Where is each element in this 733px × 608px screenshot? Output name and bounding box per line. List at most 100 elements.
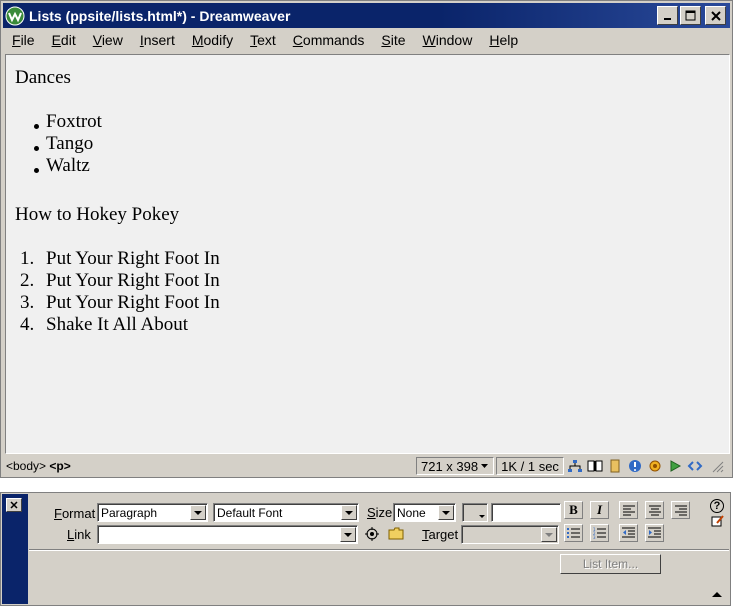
size-value: None <box>397 505 426 520</box>
list-item: Shake It All About <box>46 314 188 335</box>
link-field[interactable] <box>97 525 358 544</box>
html-styles-icon[interactable] <box>606 457 624 475</box>
align-right-button[interactable] <box>671 501 690 519</box>
list-item: Put Your Right Foot In <box>46 270 220 291</box>
ordered-list-button[interactable]: 123 <box>590 524 609 542</box>
list-item: Put Your Right Foot In <box>46 248 220 269</box>
align-left-button[interactable] <box>619 501 638 519</box>
code-inspector-icon[interactable] <box>686 457 704 475</box>
target-label: Target <box>422 527 459 542</box>
list-item: Foxtrot <box>46 111 102 132</box>
color-hex-field[interactable] <box>491 503 561 522</box>
format-select[interactable]: Paragraph <box>97 503 208 522</box>
chevron-down-icon[interactable] <box>341 505 357 520</box>
list-item: Waltz <box>46 155 90 176</box>
menu-text[interactable]: Text <box>241 32 284 48</box>
chevron-down-icon[interactable] <box>438 505 454 520</box>
window-size-label: 721 x 398 <box>421 458 479 474</box>
chevron-down-icon <box>481 464 489 468</box>
menu-edit[interactable]: Edit <box>43 32 84 48</box>
window-title: Lists (ppsite/lists.html*) - Dreamweaver <box>29 7 291 24</box>
menu-help[interactable]: Help <box>480 32 526 48</box>
maximize-icon <box>685 10 696 21</box>
inspector-titlebar[interactable] <box>2 494 28 604</box>
list-number: 2. <box>20 270 35 291</box>
align-right-icon <box>674 505 687 515</box>
target-select[interactable] <box>461 525 559 544</box>
tag-p[interactable]: <p> <box>49 459 70 473</box>
chevron-down-icon <box>479 515 485 518</box>
close-icon <box>710 10 721 21</box>
format-label: Format <box>54 506 96 521</box>
unordered-list-button[interactable] <box>564 524 583 542</box>
menu-window[interactable]: Window <box>414 32 481 48</box>
list-item-button[interactable]: List Item... <box>560 554 661 574</box>
minimize-button[interactable] <box>657 6 678 25</box>
menu-view[interactable]: View <box>84 32 131 48</box>
chevron-down-icon[interactable] <box>340 527 356 542</box>
menu-file[interactable]: File <box>3 32 43 48</box>
align-center-button[interactable] <box>645 501 664 519</box>
document-area[interactable]: Dances Foxtrot Tango Waltz How to Hokey … <box>5 54 730 454</box>
list-number: 4. <box>20 314 35 335</box>
close-icon <box>10 501 18 509</box>
maximize-button[interactable] <box>680 6 701 25</box>
dreamweaver-window: Lists (ppsite/lists.html*) - Dreamweaver… <box>0 0 733 478</box>
heading-hokey-pokey: How to Hokey Pokey <box>15 204 180 225</box>
tag-body[interactable]: <body> <box>6 459 46 473</box>
link-label: Link <box>67 527 91 542</box>
list-item: Put Your Right Foot In <box>46 292 220 313</box>
quick-tag-editor-icon[interactable] <box>711 515 725 530</box>
download-stats: 1K / 1 sec <box>496 457 564 475</box>
status-bar: <body> <p> 721 x 398 1K / 1 sec <box>3 456 730 476</box>
timelines-icon[interactable] <box>666 457 684 475</box>
browse-folder-icon[interactable] <box>388 527 404 543</box>
close-button[interactable] <box>705 6 726 25</box>
indent-button[interactable] <box>645 524 664 542</box>
help-icon[interactable]: ? <box>710 499 724 513</box>
minimize-icon <box>663 17 671 20</box>
format-value: Paragraph <box>101 505 158 520</box>
align-center-icon <box>648 505 661 515</box>
bullet-list-icon <box>567 528 580 538</box>
list-number: 1. <box>20 248 35 269</box>
menu-commands[interactable]: Commands <box>284 32 373 48</box>
numbered-list-icon: 123 <box>593 527 606 539</box>
chevron-down-icon[interactable] <box>190 505 206 520</box>
behaviors-icon[interactable] <box>626 457 644 475</box>
dreamweaver-app-icon <box>5 6 25 25</box>
bold-button[interactable]: B <box>564 501 583 519</box>
menu-bar: File Edit View Insert Modify Text Comman… <box>3 29 730 51</box>
list-number: 3. <box>20 292 35 313</box>
library-icon[interactable] <box>586 457 604 475</box>
title-bar[interactable]: Lists (ppsite/lists.html*) - Dreamweaver <box>3 3 730 28</box>
italic-button[interactable]: I <box>590 501 609 519</box>
chevron-down-icon[interactable] <box>541 527 557 542</box>
svg-text:3: 3 <box>593 535 596 539</box>
inspector-close-button[interactable] <box>6 498 22 512</box>
menu-site[interactable]: Site <box>372 32 413 48</box>
outdent-icon <box>622 527 635 538</box>
point-to-file-icon[interactable] <box>365 527 379 544</box>
heading-dances: Dances <box>15 67 71 88</box>
bullet-2 <box>34 146 39 151</box>
text-color-swatch[interactable] <box>462 503 488 522</box>
window-size-popup[interactable]: 721 x 398 <box>416 457 495 475</box>
indent-icon <box>648 527 661 538</box>
bullet-1 <box>34 124 39 129</box>
chevron-up-icon <box>712 592 722 597</box>
size-select[interactable]: None <box>393 503 456 522</box>
list-item: Tango <box>46 133 94 154</box>
font-select[interactable]: Default Font <box>213 503 359 522</box>
site-icon[interactable] <box>566 457 584 475</box>
property-inspector: Format Paragraph Default Font Size None … <box>0 492 731 606</box>
assets-icon[interactable] <box>646 457 664 475</box>
collapse-inspector-button[interactable] <box>710 589 724 601</box>
inspector-divider <box>29 549 729 551</box>
align-left-icon <box>622 505 635 515</box>
outdent-button[interactable] <box>619 524 638 542</box>
menu-modify[interactable]: Modify <box>183 32 241 48</box>
resize-grip-icon[interactable] <box>708 457 726 475</box>
menu-insert[interactable]: Insert <box>131 32 183 48</box>
tag-selector: <body> <p> <box>6 459 71 473</box>
